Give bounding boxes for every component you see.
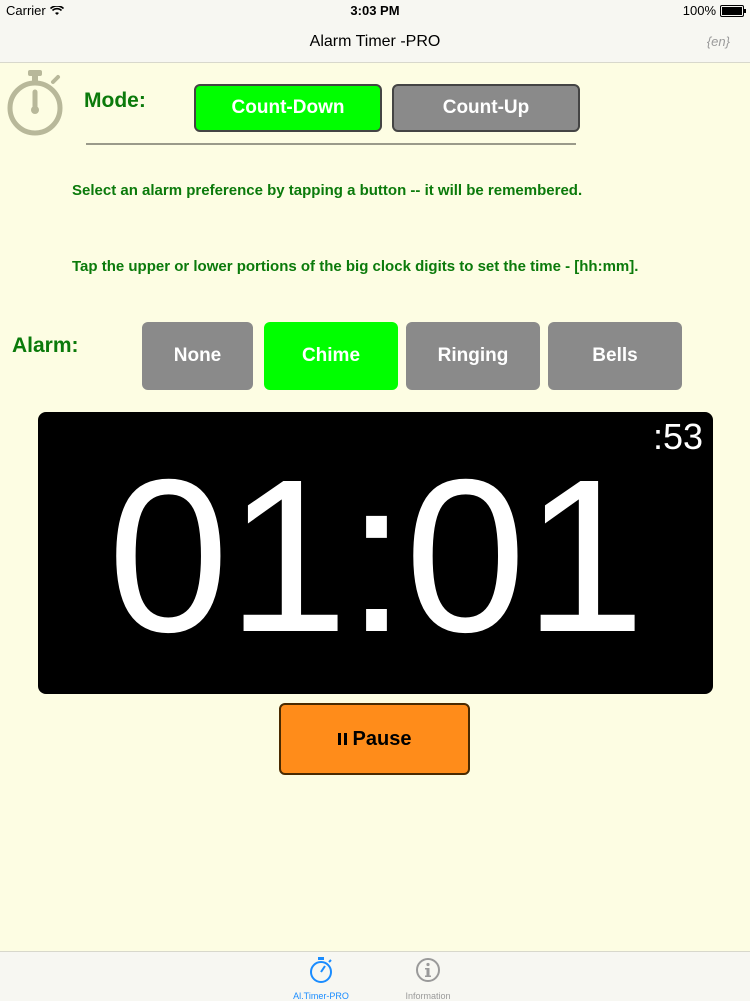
stopwatch-icon [310, 957, 332, 983]
time-instruction: Tap the upper or lower portions of the b… [72, 258, 639, 275]
info-icon [416, 958, 440, 982]
pause-button[interactable]: Pause [279, 703, 470, 775]
status-time: 3:03 PM [350, 3, 400, 18]
language-button[interactable]: {en} [707, 34, 730, 49]
clock-digits[interactable]: 01:01 [38, 432, 713, 682]
status-bar: Carrier 3:03 PM 100% [0, 0, 750, 22]
mode-label: Mode: [84, 89, 146, 112]
battery-info: 100% [682, 3, 746, 18]
tab-bar: Al.Timer-PRO Information [0, 951, 750, 1001]
alarm-instruction: Select an alarm preference by tapping a … [72, 182, 583, 199]
tab-information[interactable]: Information [378, 956, 478, 1001]
battery-percent: 100% [682, 3, 716, 18]
count-down-button[interactable]: Count-Down [194, 84, 382, 132]
alarm-ringing-button[interactable]: Ringing [406, 322, 540, 390]
stopwatch-icon [7, 70, 63, 136]
divider [86, 143, 576, 145]
pause-label: Pause [352, 727, 412, 750]
alarm-none-button[interactable]: None [142, 322, 253, 390]
count-up-button[interactable]: Count-Up [392, 84, 580, 132]
nav-bar: Alarm Timer -PRO {en} [0, 22, 750, 63]
clock-display[interactable]: :53 01:01 [38, 412, 713, 694]
alarm-chime-button[interactable]: Chime [264, 322, 398, 390]
pause-icon [337, 733, 347, 745]
battery-icon [720, 4, 746, 17]
tab-timer[interactable]: Al.Timer-PRO [271, 956, 371, 1001]
alarm-bells-button[interactable]: Bells [548, 322, 682, 390]
alarm-label: Alarm: [12, 334, 79, 357]
app-title: Alarm Timer -PRO [309, 33, 441, 50]
